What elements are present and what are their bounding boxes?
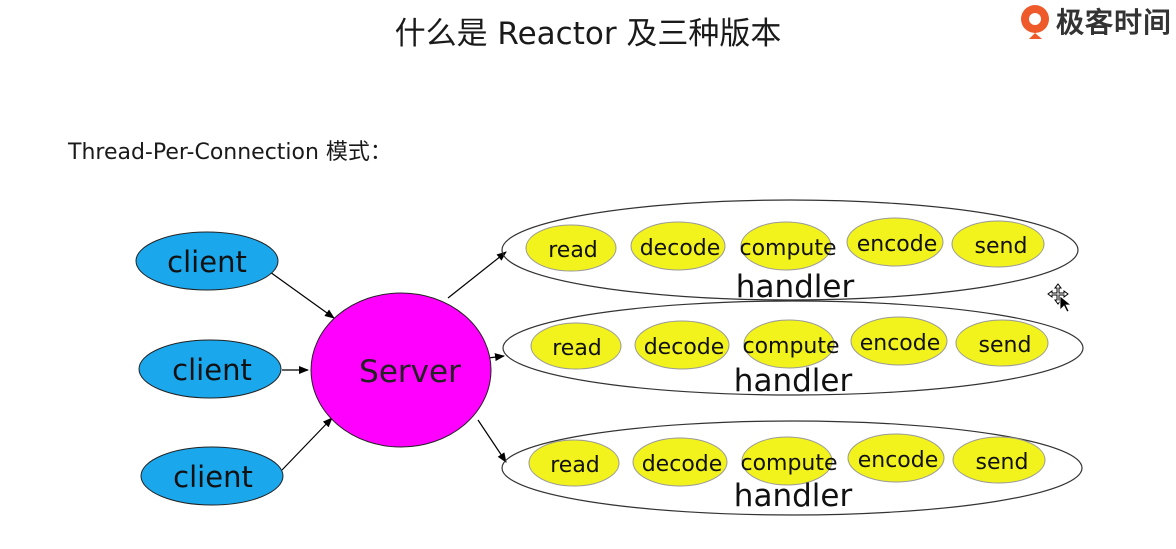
client-label: client xyxy=(173,460,253,494)
step-send: send xyxy=(975,234,1028,259)
client-node-3: client xyxy=(140,446,284,506)
arrow-client1-server xyxy=(269,271,335,319)
step-decode: decode xyxy=(640,236,721,261)
step-encode: encode xyxy=(858,448,939,473)
step-encode: encode xyxy=(860,331,941,356)
step-compute: compute xyxy=(739,236,836,261)
client-node-1: client xyxy=(135,231,279,291)
step-read: read xyxy=(550,453,600,478)
client-label: client xyxy=(167,245,247,279)
step-compute: compute xyxy=(742,334,839,359)
step-compute: compute xyxy=(740,451,837,476)
handler-label: handler xyxy=(736,269,855,305)
step-read: read xyxy=(552,336,602,361)
handler-group-1: read decode compute encode send handler xyxy=(501,199,1079,305)
step-send: send xyxy=(976,450,1029,475)
step-encode: encode xyxy=(857,232,938,257)
step-read: read xyxy=(548,238,598,263)
arrow-server-handler2 xyxy=(487,353,505,362)
handler-label: handler xyxy=(734,478,853,514)
step-decode: decode xyxy=(642,452,723,477)
arrow-server-handler3 xyxy=(477,419,507,463)
server-label: Server xyxy=(359,354,461,390)
handler-label: handler xyxy=(734,363,853,399)
handler-group-3: read decode compute encode send handler xyxy=(501,420,1083,516)
step-decode: decode xyxy=(644,335,725,360)
move-cursor-icon xyxy=(1047,283,1073,313)
handler-group-2: read decode compute encode send handler xyxy=(502,300,1084,399)
thread-per-connection-diagram: client client client Server read decode … xyxy=(135,199,1084,516)
step-send: send xyxy=(979,333,1032,358)
client-label: client xyxy=(172,353,252,387)
arrow-server-handler1 xyxy=(447,251,507,299)
server-node: Server xyxy=(310,292,492,448)
arrow-client3-server xyxy=(281,417,333,471)
client-node-2: client xyxy=(138,339,282,399)
